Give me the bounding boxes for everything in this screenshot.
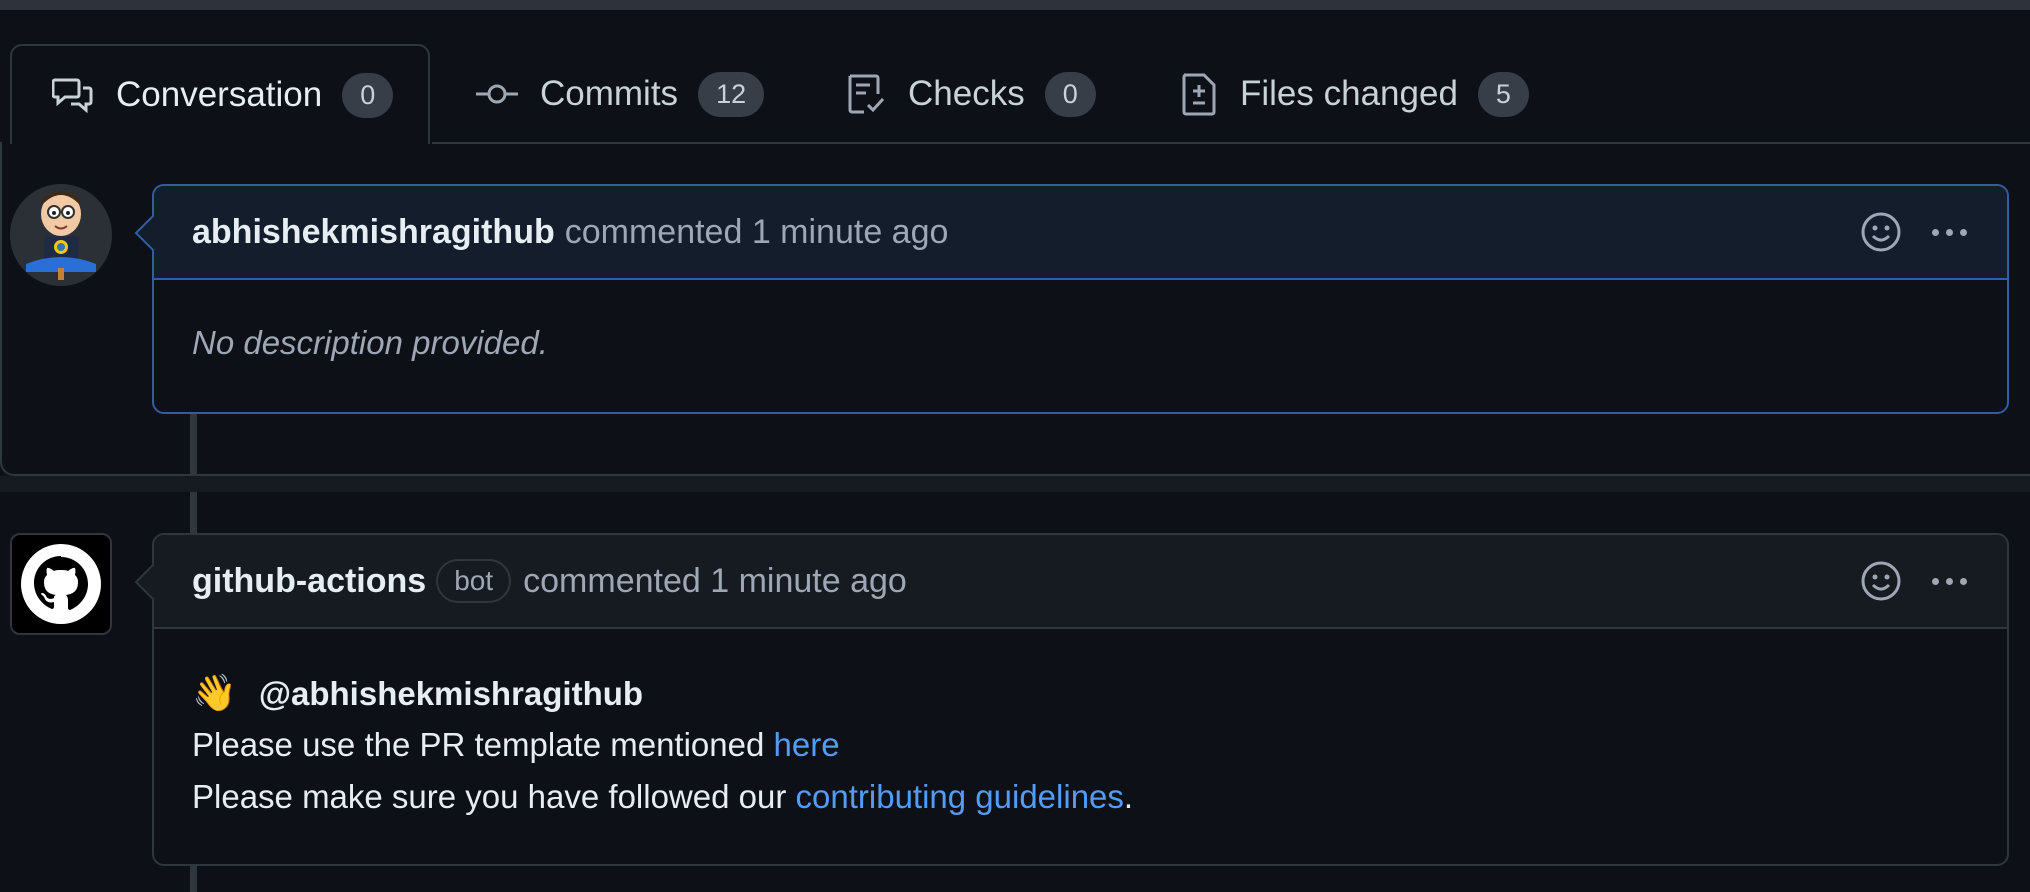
comment-box: abhishekmishragithub commented 1 minute … [134,184,2009,414]
empty-description: No description provided. [192,324,548,361]
greeting-line: 👋 @abhishekmishragithub [192,667,2007,719]
section-divider [0,476,2030,492]
template-line: Please use the PR template mentioned her… [192,719,2007,771]
comment-timestamp[interactable]: commented 1 minute ago [523,562,907,601]
github-logo-icon [21,544,101,624]
top-strip [0,0,2030,10]
tab-label: Commits [540,74,679,113]
comment-box: github-actions bot commented 1 minute ag… [134,533,2009,866]
comment-header: abhishekmishragithub commented 1 minute … [134,186,2007,280]
comment-author[interactable]: abhishekmishragithub [192,213,555,252]
line-text: Please make sure you have followed our [192,778,796,815]
comment-body: 👋 @abhishekmishragithub Please use the PR… [154,629,2007,861]
timeline-line [190,412,197,476]
tab-conversation[interactable]: Conversation 0 [10,44,430,144]
comment-timestamp[interactable]: commented 1 minute ago [565,213,949,252]
commit-icon [476,84,518,104]
comment-body: No description provided. [154,280,2007,410]
tab-commits[interactable]: Commits 12 [476,44,765,144]
tab-counter: 0 [1044,71,1096,117]
contributing-guidelines-link[interactable]: contributing guidelines [796,778,1124,815]
template-link[interactable]: here [774,726,840,763]
tab-counter: 5 [1477,71,1529,117]
bot-badge: bot [436,559,512,603]
waving-hand-emoji: 👋 [192,672,237,713]
avatar[interactable] [10,184,112,286]
kebab-menu-icon[interactable] [1932,577,1967,585]
line-end: . [1123,778,1134,815]
user-avatar-icon [10,184,112,286]
guidelines-line: Please make sure you have followed our c… [192,771,2007,823]
conversation-icon [52,78,93,114]
tab-label: Files changed [1240,74,1458,113]
timeline-line [190,866,197,892]
kebab-menu-icon[interactable] [1932,228,1967,236]
comment-author[interactable]: github-actions [192,562,426,601]
tab-label: Conversation [116,75,323,114]
smiley-icon[interactable] [1860,560,1902,602]
file-diff-icon [1182,73,1216,116]
smiley-icon[interactable] [1860,211,1902,253]
tab-counter: 12 [698,71,765,117]
comment-pointer [134,563,172,601]
tab-checks[interactable]: Checks 0 [846,44,1096,144]
tab-label: Checks [908,74,1025,113]
tab-files-changed[interactable]: Files changed 5 [1180,44,1529,144]
timeline-line [190,492,197,534]
comment-header: github-actions bot commented 1 minute ag… [134,535,2007,629]
tab-counter: 0 [342,72,394,118]
checklist-icon [848,74,885,114]
line-text: Please use the PR template mentioned [192,726,774,763]
avatar[interactable] [10,533,112,635]
user-mention[interactable]: @abhishekmishragithub [259,675,643,712]
